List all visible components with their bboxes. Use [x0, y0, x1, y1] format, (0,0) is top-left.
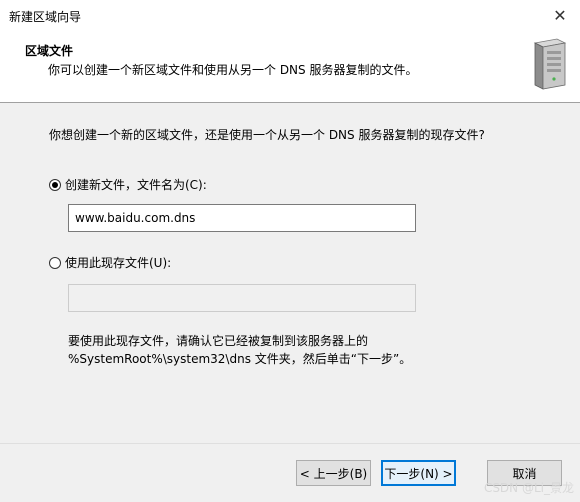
footer-divider — [0, 443, 580, 444]
close-icon[interactable]: ✕ — [540, 0, 580, 30]
note-line-2: %SystemRoot%\system32\dns 文件夹，然后单击“下一步”。 — [68, 352, 412, 366]
back-button[interactable]: < 上一步(B) — [296, 460, 371, 486]
window-title: 新建区域向导 — [9, 10, 82, 24]
title-bar: 新建区域向导 ✕ — [0, 0, 580, 30]
label-use-existing: 使用此现存文件(U): — [65, 256, 172, 270]
wizard-content: 你想创建一个新的区域文件，还是使用一个从另一个 DNS 服务器复制的现存文件? … — [0, 103, 580, 443]
option-create-new[interactable]: 创建新文件，文件名为(C): — [49, 176, 207, 193]
label-create-new: 创建新文件，文件名为(C): — [65, 178, 207, 192]
existing-file-note: 要使用此现存文件，请确认它已经被复制到该服务器上的 %SystemRoot%\s… — [68, 332, 411, 368]
radio-use-existing[interactable] — [49, 256, 61, 269]
new-filename-input[interactable]: www.baidu.com.dns — [68, 204, 416, 232]
server-icon — [533, 38, 567, 90]
existing-file-input — [68, 284, 416, 312]
question-text: 你想创建一个新的区域文件，还是使用一个从另一个 DNS 服务器复制的现存文件? — [49, 128, 485, 142]
header-description: 你可以创建一个新区域文件和使用从另一个 DNS 服务器复制的文件。 — [48, 63, 418, 77]
header-title: 区域文件 — [25, 44, 74, 58]
option-use-existing[interactable]: 使用此现存文件(U): — [49, 254, 171, 271]
note-line-1: 要使用此现存文件，请确认它已经被复制到该服务器上的 — [68, 334, 369, 348]
radio-create-new[interactable] — [49, 178, 61, 191]
new-zone-wizard-window: 新建区域向导 ✕ 区域文件 你可以创建一个新区域文件和使用从另一个 DNS 服务… — [0, 0, 580, 502]
watermark-text: CSDN @Li_景龙 — [483, 481, 574, 495]
next-button[interactable]: 下一步(N) > — [381, 460, 456, 486]
wizard-header: 区域文件 你可以创建一个新区域文件和使用从另一个 DNS 服务器复制的文件。 — [0, 30, 580, 103]
